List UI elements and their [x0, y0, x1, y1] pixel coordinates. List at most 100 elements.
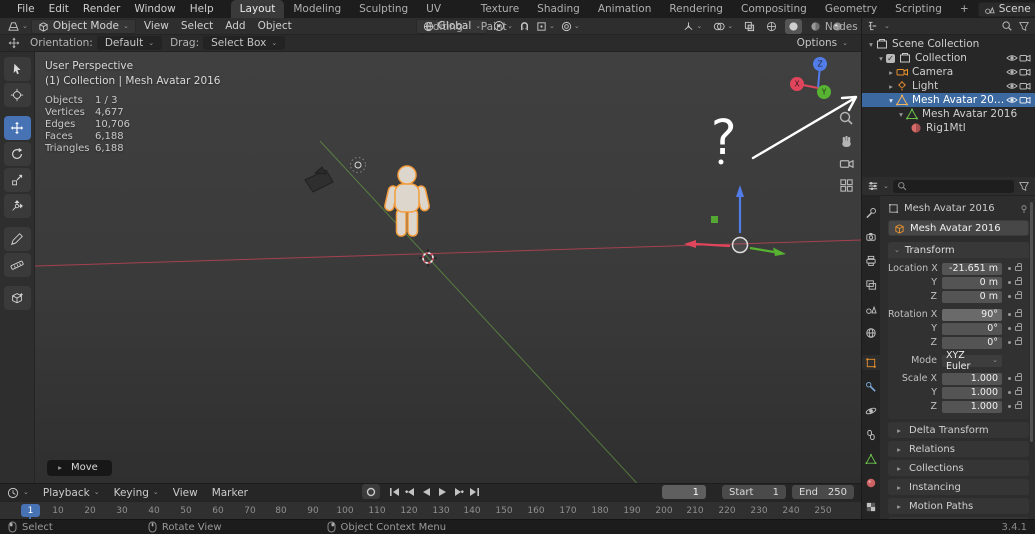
tab-rendering[interactable]: Rendering — [660, 0, 732, 18]
show-gizmo-selector[interactable]: ⌄ — [680, 19, 705, 34]
frame-start-field[interactable]: Start 1 — [722, 485, 786, 499]
pan-hand-icon[interactable] — [839, 134, 854, 149]
menu-keying[interactable]: Keying ⌄ — [107, 487, 166, 499]
orientation-setting-dropdown[interactable]: Default ⌄ — [96, 36, 163, 50]
timeline-editor-selector[interactable]: ⌄ — [0, 487, 36, 499]
location-x-field[interactable]: -21.651 m — [942, 262, 1002, 275]
tab-scripting[interactable]: Scripting — [886, 0, 951, 18]
tab-sculpting[interactable]: Sculpting — [350, 0, 417, 18]
tab-uv-editing[interactable]: UV Editing — [417, 0, 472, 33]
proportional-edit-toggle[interactable]: ⌄ — [558, 19, 583, 34]
search-icon[interactable] — [1001, 20, 1013, 32]
camera-view-icon[interactable] — [839, 157, 854, 170]
scale-x-field[interactable]: 1.000 — [942, 372, 1002, 385]
annotate-tool[interactable] — [3, 227, 31, 251]
tab-texture-paint[interactable]: Texture Paint — [472, 0, 528, 33]
menu-marker[interactable]: Marker — [205, 487, 255, 499]
section-collections[interactable]: ▸ Collections — [888, 460, 1029, 476]
jump-end-button[interactable] — [467, 484, 481, 499]
lock-icon[interactable] — [1015, 387, 1022, 395]
shading-material-button[interactable] — [807, 19, 824, 34]
tab-compositing[interactable]: Compositing — [732, 0, 816, 18]
3d-viewport[interactable]: Z X Y ? User Perspective (1) Collection … — [35, 52, 862, 483]
transform-panel-header[interactable]: ⌄ Transform — [888, 242, 1029, 258]
hide-eye-icon[interactable] — [1005, 80, 1018, 92]
gizmo-center[interactable] — [731, 236, 749, 254]
filter-icon[interactable] — [1018, 20, 1030, 32]
rotate-tool[interactable] — [3, 142, 31, 166]
lock-icon[interactable] — [1015, 263, 1022, 271]
rotation-mode-dropdown[interactable]: XYZ Euler ⌄ — [942, 350, 1002, 372]
disable-render-icon[interactable] — [1019, 52, 1031, 64]
disclosure-icon[interactable]: ▾ — [896, 110, 906, 119]
animate-dot-icon[interactable] — [1008, 405, 1011, 408]
menu-object[interactable]: Object — [252, 20, 298, 32]
menu-timeline-view[interactable]: View — [166, 487, 205, 499]
avatar-mesh-object[interactable] — [384, 165, 430, 237]
shading-wireframe-button[interactable] — [763, 19, 780, 34]
measure-tool[interactable] — [3, 253, 31, 277]
menu-playback[interactable]: Playback ⌄ — [36, 487, 107, 499]
tab-geometry-nodes[interactable]: Geometry Nodes — [816, 0, 886, 33]
disable-render-icon[interactable] — [1019, 94, 1031, 106]
next-keyframe-button[interactable] — [451, 484, 465, 499]
disclosure-icon[interactable]: ▾ — [886, 96, 896, 105]
snap-toggle[interactable] — [516, 19, 533, 34]
outliner-row-camera[interactable]: ▸ Camera — [862, 65, 1035, 79]
timeline-ruler[interactable]: 10 20 30 40 50 60 70 80 90 100 110 120 1… — [0, 501, 862, 519]
section-instancing[interactable]: ▸ Instancing — [888, 479, 1029, 495]
material-properties-tab[interactable] — [862, 475, 880, 490]
properties-editor-icon[interactable] — [867, 180, 879, 192]
prev-keyframe-button[interactable] — [403, 484, 417, 499]
lock-icon[interactable] — [1015, 323, 1022, 331]
physics-properties-tab[interactable] — [862, 403, 880, 418]
hide-eye-icon[interactable] — [1005, 52, 1018, 64]
constraint-properties-tab[interactable] — [862, 427, 880, 442]
section-relations[interactable]: ▸ Relations — [888, 441, 1029, 457]
object-properties-tab[interactable] — [862, 355, 880, 370]
outliner-row-light[interactable]: ▸ Light — [862, 79, 1035, 93]
modifier-properties-tab[interactable] — [862, 379, 880, 394]
animate-dot-icon[interactable] — [1008, 327, 1011, 330]
scene-properties-tab[interactable] — [862, 301, 880, 316]
animate-dot-icon[interactable] — [1008, 313, 1011, 316]
disable-render-icon[interactable] — [1019, 80, 1031, 92]
options-dropdown[interactable]: Options ⌄ — [790, 36, 854, 50]
section-motion-paths[interactable]: ▸ Motion Paths — [888, 498, 1029, 514]
outliner-row-scene-collection[interactable]: ▾ Scene Collection — [862, 37, 1035, 51]
outliner-editor-icon[interactable] — [867, 20, 879, 32]
gizmo-y-handle[interactable] — [749, 246, 775, 254]
menu-select[interactable]: Select — [175, 20, 219, 32]
play-reverse-button[interactable] — [419, 484, 433, 499]
texture-properties-tab[interactable] — [862, 499, 880, 514]
location-y-field[interactable]: 0 m — [942, 276, 1002, 289]
tab-shading[interactable]: Shading — [528, 0, 589, 18]
disclosure-icon[interactable]: ▾ — [876, 54, 886, 63]
object-data-properties-tab[interactable] — [862, 451, 880, 466]
lock-icon[interactable] — [1015, 373, 1022, 381]
lock-icon[interactable] — [1015, 401, 1022, 409]
scene-selector[interactable]: Scene ✕ — [977, 1, 1035, 17]
menu-file[interactable]: File — [10, 0, 42, 18]
tab-modeling[interactable]: Modeling — [284, 0, 350, 18]
tab-layout[interactable]: Layout — [230, 0, 285, 18]
rotation-x-field[interactable]: 90° — [942, 308, 1002, 321]
lock-icon[interactable] — [1015, 277, 1022, 285]
drag-setting-dropdown[interactable]: Select Box ⌄ — [203, 36, 286, 50]
pin-icon[interactable] — [1019, 204, 1029, 214]
lock-icon[interactable] — [1015, 337, 1022, 345]
rotation-y-field[interactable]: 0° — [942, 322, 1002, 335]
light-object[interactable] — [350, 157, 366, 173]
outliner-row-mesh-data[interactable]: ▾ Mesh Avatar 2016 — [862, 107, 1035, 121]
editor-type-selector[interactable]: ⌄ — [4, 19, 31, 34]
menu-view[interactable]: View — [138, 20, 175, 32]
gizmo-plane-handle[interactable] — [711, 216, 718, 223]
object-name-field[interactable]: Mesh Avatar 2016 — [888, 220, 1029, 236]
scale-y-field[interactable]: 1.000 — [942, 386, 1002, 399]
outliner-row-collection[interactable]: ▾ ✓ Collection — [862, 51, 1035, 65]
section-visibility[interactable]: ▸ Visibility — [888, 517, 1029, 519]
properties-scrollbar[interactable] — [1030, 202, 1033, 442]
menu-edit[interactable]: Edit — [42, 0, 76, 18]
animate-dot-icon[interactable] — [1008, 377, 1011, 380]
animate-dot-icon[interactable] — [1008, 267, 1011, 270]
